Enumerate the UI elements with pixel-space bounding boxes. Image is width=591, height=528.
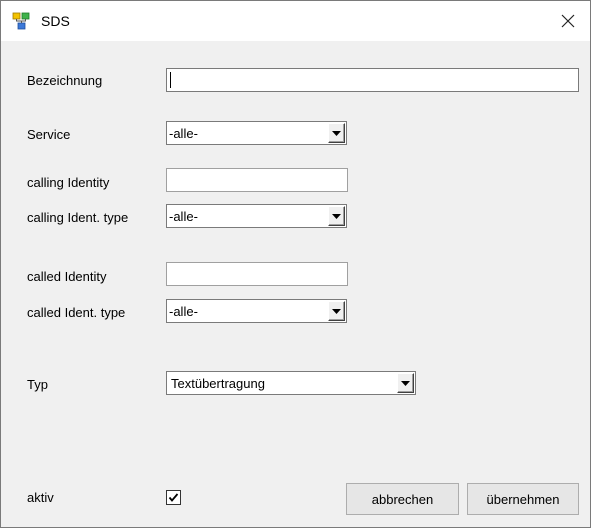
title-bar: SDS: [1, 1, 590, 41]
app-network-icon: [12, 12, 30, 30]
called-ident-type-value: -alle-: [169, 304, 198, 319]
calling-identity-input[interactable]: [166, 168, 348, 192]
window-title: SDS: [41, 13, 70, 29]
called-identity-input[interactable]: [166, 262, 348, 286]
cancel-button[interactable]: abbrechen: [346, 483, 459, 515]
close-button[interactable]: [546, 1, 590, 41]
typ-dropdown-button[interactable]: [397, 373, 414, 393]
called-identity-label: called Identity: [27, 269, 107, 284]
chevron-down-icon: [401, 380, 410, 386]
bezeichnung-input[interactable]: [166, 68, 579, 92]
typ-label: Typ: [27, 377, 48, 392]
aktiv-checkbox[interactable]: [166, 490, 181, 505]
calling-ident-type-value: -alle-: [169, 209, 198, 224]
called-ident-type-dropdown-button[interactable]: [328, 301, 345, 321]
service-value: -alle-: [169, 126, 198, 141]
calling-identity-label: calling Identity: [27, 175, 110, 190]
chevron-down-icon: [332, 213, 341, 219]
text-caret: [170, 72, 171, 88]
service-dropdown-button[interactable]: [328, 123, 345, 143]
typ-select[interactable]: Textübertragung: [166, 371, 416, 395]
dialog-window: SDS Bezeichnung Service -alle- calling I…: [0, 0, 591, 528]
aktiv-label: aktiv: [27, 490, 54, 505]
calling-ident-type-select[interactable]: -alle-: [166, 204, 347, 228]
service-select[interactable]: -alle-: [166, 121, 347, 145]
called-ident-type-select[interactable]: -alle-: [166, 299, 347, 323]
called-ident-type-label: called Ident. type: [27, 305, 126, 320]
calling-ident-type-dropdown-button[interactable]: [328, 206, 345, 226]
chevron-down-icon: [332, 308, 341, 314]
calling-ident-type-label: calling Ident. type: [27, 210, 129, 225]
bezeichnung-label: Bezeichnung: [27, 73, 103, 88]
close-icon: [561, 14, 575, 28]
chevron-down-icon: [332, 130, 341, 136]
checkmark-icon: [168, 493, 179, 502]
service-label: Service: [27, 127, 71, 142]
apply-button[interactable]: übernehmen: [467, 483, 579, 515]
typ-value: Textübertragung: [171, 376, 265, 391]
